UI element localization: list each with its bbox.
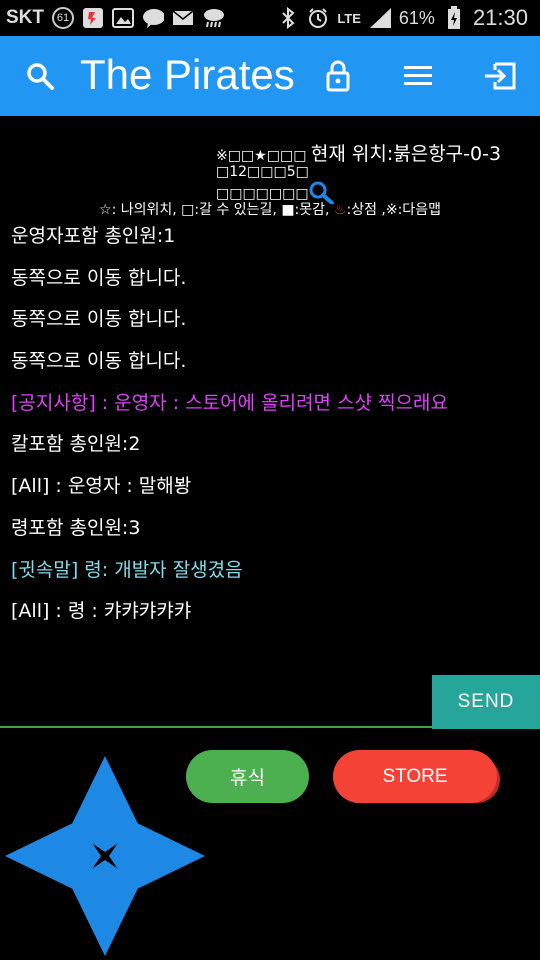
message-line: 동쪽으로 이동 합니다. [11,308,187,331]
app-notification-icon [82,7,104,29]
weather-rain-icon [202,7,224,29]
message-line: 운영자포함 총인원:1 [11,225,176,247]
direction-pad [5,756,205,956]
battery-charging-icon [443,6,465,29]
app-title: The Pirates [80,51,295,98]
current-location: 현재 위치:붉은항구-0-3 [310,143,502,165]
lock-icon[interactable] [318,56,358,96]
chat-input[interactable] [0,684,430,724]
map-row-2: □12□□□5□ [216,164,309,180]
gallery-icon [112,7,134,29]
message-line: 동쪽으로 이동 합니다. [11,350,187,373]
store-button[interactable]: STORE [333,750,497,803]
message-log: 운영자포함 총인원:1 동쪽으로 이동 합니다. 동쪽으로 이동 합니다. 동쪽… [11,222,531,639]
legend-text-2: :상점 ,※:다음맵 [346,202,441,218]
bluetooth-icon [277,7,299,29]
app-bar: The Pirates [0,36,540,116]
chat-message: [All] : 운영자 : 말해봥 [11,475,192,498]
talk-icon [142,7,164,29]
mail-icon [172,7,194,29]
map-row-1: ※□□★□□□ [216,148,307,164]
notification-count-badge: 61 [52,7,74,29]
menu-icon[interactable] [398,56,438,96]
message-line: 동쪽으로 이동 합니다. [11,266,187,289]
exit-icon[interactable] [480,56,520,96]
chat-input-underline [0,726,432,728]
send-button[interactable]: SEND [432,675,540,729]
carrier-label: SKT [6,7,44,28]
message-line: 칼포함 총인원:2 [11,433,141,456]
status-bar: SKT 61 LTE 61% 21:30 [0,0,540,36]
map-legend: ☆: 나의위치, □:갈 수 있는길, ■:못감, ♨:상점 ,※:다음맵 [0,199,540,219]
alarm-icon [307,7,329,29]
notice-message: [공지사항] : 운영자 : 스토어에 올리려면 스샷 찍으래요 [11,391,448,414]
network-type-label: LTE [337,10,361,26]
clock: 21:30 [472,5,528,30]
search-icon[interactable] [20,56,60,96]
message-line: 령포함 총인원:3 [11,516,141,539]
hot-spring-icon: ♨ [333,202,347,218]
legend-text-1: ☆: 나의위치, □:갈 수 있는길, ■:못감, [99,202,334,218]
whisper-message: [귓속말] 령: 개발자 잘생겼음 [11,558,243,581]
battery-percent: 61% [398,7,435,28]
signal-icon [369,7,391,29]
arrow-down-icon[interactable] [70,860,140,956]
chat-message: [All] : 령 : 캬캬캬캬캬 [11,600,192,623]
